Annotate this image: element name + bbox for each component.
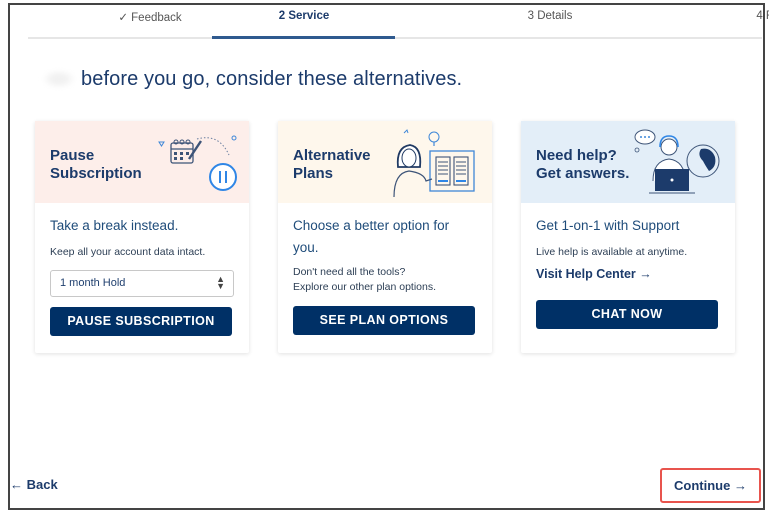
card-title-line: Get answers. <box>536 165 630 182</box>
card-hero: Alternative Plans <box>278 121 492 203</box>
card-hero: Need help? Get answers. <box>521 121 735 203</box>
support-agent-icon <box>634 129 720 194</box>
card-title-line: Subscription <box>50 165 142 182</box>
card-description: Don't need all the tools? Explore our ot… <box>293 265 477 295</box>
redacted-text <box>43 70 75 88</box>
pause-subscription-button[interactable]: PAUSE SUBSCRIPTION <box>50 307 232 336</box>
card-subtitle: Get 1-on-1 with Support <box>536 218 680 233</box>
see-plan-options-button[interactable]: SEE PLAN OPTIONS <box>293 306 475 335</box>
visit-help-center-link[interactable]: Visit Help Center → <box>536 267 720 281</box>
chat-now-button[interactable]: CHAT NOW <box>536 300 718 329</box>
select-value: 1 month Hold <box>60 277 126 289</box>
headline-text: before you go, consider these alternativ… <box>81 68 463 90</box>
back-link[interactable]: ← Back <box>10 477 58 492</box>
card-title: Alternative Plans <box>293 147 371 183</box>
card-title-line: Alternative <box>293 147 371 164</box>
card-description: Keep all your account data intact. <box>50 246 206 258</box>
continue-button[interactable]: Continue → <box>660 468 761 503</box>
step-review[interactable]: 4 Review <box>690 10 769 22</box>
progress-stepper: ✓ Feedback 2 Service 3 Details 4 Review <box>20 5 769 45</box>
card-title: Pause Subscription <box>50 147 142 183</box>
step-track <box>28 37 762 39</box>
active-step-indicator <box>212 36 395 39</box>
need-help-card: Need help? Get answers. Get 1-on-1 with … <box>521 121 735 353</box>
card-description-line: Explore our other plan options. <box>293 281 437 293</box>
card-title-line: Need help? <box>536 147 617 164</box>
alternative-plans-card: Alternative Plans Choose a better option… <box>278 121 492 353</box>
select-arrows-icon: ▲ ▼ <box>216 274 225 291</box>
card-title: Need help? Get answers. <box>536 147 629 183</box>
page-headline: before you go, consider these alternativ… <box>43 68 462 91</box>
step-service[interactable]: 2 Service <box>214 10 394 22</box>
card-title-line: Plans <box>293 165 334 182</box>
card-subtitle: Take a break instead. <box>50 218 179 233</box>
step-details[interactable]: 3 Details <box>460 10 640 22</box>
card-subtitle: Choose a better option for you. <box>293 218 450 255</box>
step-feedback[interactable]: ✓ Feedback <box>60 10 240 24</box>
card-description-line: Don't need all the tools? <box>293 266 406 278</box>
calendar-pause-icon <box>158 135 237 191</box>
card-title-line: Pause <box>50 147 95 164</box>
card-description: Live help is available at anytime. <box>536 246 688 258</box>
hold-duration-select[interactable]: 1 month Hold ▲ ▼ <box>50 270 234 297</box>
card-hero: Pause Subscription <box>35 121 249 203</box>
person-plans-icon <box>393 129 475 198</box>
pause-subscription-card: Pause Subscription Take a break instead.… <box>35 121 249 353</box>
